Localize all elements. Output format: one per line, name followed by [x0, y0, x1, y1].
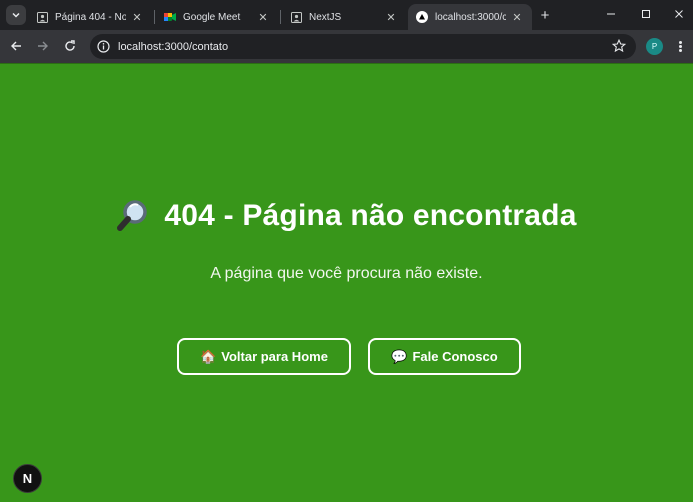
contact-button[interactable]: 💬 Fale Conosco	[368, 338, 521, 375]
new-tab-button[interactable]: +	[536, 6, 554, 24]
close-icon[interactable]: ✕	[130, 10, 144, 24]
tab-title: localhost:3000/contato	[435, 11, 506, 23]
back-home-label: Voltar para Home	[221, 349, 328, 364]
address-bar[interactable]: localhost:3000/contato	[90, 34, 636, 59]
reload-button[interactable]	[61, 37, 79, 55]
close-window-button[interactable]	[668, 4, 690, 24]
maximize-button[interactable]	[635, 4, 657, 24]
tab-search-button[interactable]	[6, 5, 26, 25]
nextjs-dev-indicator[interactable]: N	[13, 464, 42, 493]
back-home-button[interactable]: 🏠 Voltar para Home	[177, 338, 351, 375]
url-text: localhost:3000/contato	[118, 40, 229, 53]
close-icon[interactable]: ✕	[510, 10, 524, 24]
tab-pagina-404[interactable]: Página 404 - Not Found ✕	[28, 4, 152, 30]
house-icon: 🏠	[200, 348, 217, 364]
browser-menu-icon[interactable]	[675, 38, 685, 55]
bookmark-star-icon[interactable]	[611, 38, 627, 53]
profile-avatar[interactable]: P	[646, 38, 663, 55]
heading-text: 404 - Página não encontrada	[164, 199, 577, 232]
close-icon	[675, 10, 683, 18]
magnifying-glass-icon	[117, 200, 148, 231]
page-subtitle: A página que você procura não existe.	[210, 265, 483, 282]
minimize-icon	[607, 13, 615, 15]
minimize-button[interactable]	[600, 4, 622, 24]
maximize-icon	[642, 10, 650, 18]
tab-localhost-contato[interactable]: localhost:3000/contato ✕	[408, 4, 532, 30]
page-icon	[290, 11, 302, 23]
arrow-left-icon	[11, 41, 21, 51]
reload-icon	[65, 40, 75, 51]
tab-title: Página 404 - Not Found	[55, 11, 126, 23]
tab-title: NextJS	[309, 11, 342, 23]
tab-google-meet[interactable]: Google Meet ✕	[156, 4, 278, 30]
site-info-icon[interactable]	[96, 40, 110, 54]
page-heading: 404 - Página não encontrada	[0, 199, 693, 233]
tab-strip: Página 404 - Not Found ✕ Google Meet ✕ N…	[0, 0, 693, 30]
tab-title: Google Meet	[183, 11, 241, 23]
forward-button[interactable]	[34, 37, 52, 55]
back-button[interactable]	[7, 37, 25, 55]
page-icon	[36, 11, 48, 23]
contact-label: Fale Conosco	[412, 349, 498, 364]
google-meet-icon	[164, 11, 176, 23]
vercel-triangle-icon	[416, 11, 428, 23]
page-content: 404 - Página não encontrada A página que…	[0, 64, 693, 502]
arrow-right-icon	[38, 41, 48, 51]
speech-bubble-icon: 💬	[391, 348, 408, 364]
chevron-down-icon	[12, 12, 20, 18]
close-icon[interactable]: ✕	[384, 10, 398, 24]
browser-toolbar: localhost:3000/contato P	[0, 30, 693, 63]
tab-nextjs[interactable]: NextJS ✕	[282, 4, 406, 30]
close-icon[interactable]: ✕	[256, 10, 270, 24]
